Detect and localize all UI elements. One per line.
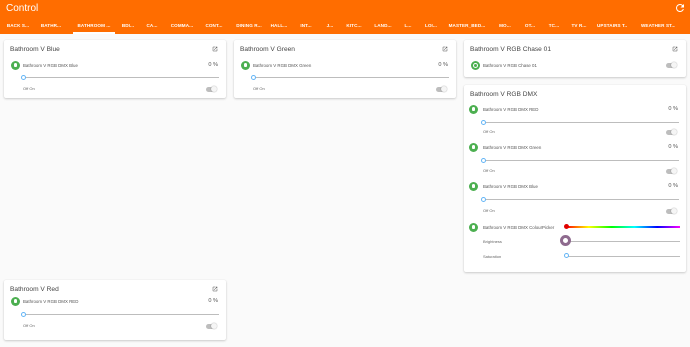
- tab-10[interactable]: J...: [324, 18, 336, 34]
- tab-16[interactable]: MO...: [497, 18, 513, 34]
- bulb-icon[interactable]: [241, 61, 250, 70]
- slider-thumb[interactable]: [21, 312, 26, 317]
- card-bathroom-v-green: Bathroom V Green Bathroom V RGB DMX Gree…: [234, 40, 456, 98]
- power-toggle[interactable]: [206, 86, 217, 92]
- device-name: Bathroom V RGB Chase 01: [483, 63, 537, 68]
- device-name: Bathroom V RGB DMX Green: [483, 145, 542, 150]
- level-percent: 0 %: [208, 298, 218, 304]
- dimmer-slider[interactable]: [483, 122, 679, 123]
- refresh-icon[interactable]: [674, 2, 686, 14]
- tab-12[interactable]: LAND...: [373, 18, 393, 34]
- level-percent: 0 %: [438, 62, 448, 68]
- level-percent: 0 %: [668, 106, 678, 112]
- bulb-icon[interactable]: [469, 182, 478, 191]
- tab-19[interactable]: TV R...: [571, 18, 587, 34]
- hue-slider[interactable]: [566, 226, 680, 228]
- room-tabs: BACK S... BATHR... BATHROOM ... BDI... C…: [0, 18, 690, 34]
- bulb-icon[interactable]: [469, 143, 478, 152]
- tab-1[interactable]: BATHR...: [37, 18, 65, 34]
- dimmer-slider[interactable]: [483, 160, 679, 161]
- off-on-label: Off On: [23, 86, 35, 91]
- power-toggle[interactable]: [666, 129, 677, 135]
- tab-11[interactable]: KITC...: [344, 18, 364, 34]
- tab-5[interactable]: COMMA...: [168, 18, 196, 34]
- tab-21[interactable]: WEATHER ST...: [641, 18, 675, 34]
- tab-6[interactable]: CONT...: [204, 18, 224, 34]
- level-percent: 0 %: [668, 183, 678, 189]
- tab-15[interactable]: MASTER_BED...: [448, 18, 486, 34]
- hue-thumb[interactable]: [564, 224, 569, 229]
- power-toggle[interactable]: [206, 323, 217, 329]
- tab-9[interactable]: INT...: [298, 18, 314, 34]
- saturation-slider[interactable]: [567, 256, 680, 257]
- app-title: Control: [6, 3, 39, 14]
- open-in-new-icon[interactable]: [212, 46, 218, 52]
- device-name: Bathroom V RGB DMX Green: [253, 63, 312, 68]
- device-name: Bathroom V RGB DMX ColourPicker: [483, 225, 555, 230]
- open-in-new-icon[interactable]: [442, 46, 448, 52]
- card-title: Bathroom V RGB DMX: [470, 91, 538, 98]
- brightness-slider[interactable]: [567, 241, 680, 242]
- slider-thumb[interactable]: [481, 197, 486, 202]
- tab-0[interactable]: BACK S...: [6, 18, 30, 34]
- power-toggle[interactable]: [666, 208, 677, 214]
- tab-3[interactable]: BDI...: [121, 18, 135, 34]
- slider-thumb[interactable]: [21, 75, 26, 80]
- card-title: Bathroom V RGB Chase 01: [470, 46, 551, 53]
- card-bathroom-v-rgb-dmx: Bathroom V RGB DMX Bathroom V RGB DMX RE…: [464, 85, 686, 272]
- card-title: Bathroom V Blue: [10, 46, 60, 53]
- dimmer-slider[interactable]: [23, 77, 219, 78]
- card-title: Bathroom V Green: [240, 46, 295, 53]
- bulb-icon[interactable]: [11, 61, 20, 70]
- device-name: Bathroom V RGB DMX Blue: [23, 63, 78, 68]
- brightness-label: Brightness: [483, 239, 502, 244]
- dimmer-slider[interactable]: [23, 314, 219, 315]
- dimmer-slider[interactable]: [253, 77, 449, 78]
- bulb-icon[interactable]: [469, 223, 478, 232]
- card-bathroom-v-red: Bathroom V Red Bathroom V RGB DMX RED 0 …: [4, 280, 226, 340]
- tab-8[interactable]: HALL...: [270, 18, 288, 34]
- dimmer-slider[interactable]: [483, 199, 679, 200]
- off-on-label: Off On: [23, 323, 35, 328]
- off-on-label: Off On: [483, 129, 495, 134]
- bulb-icon[interactable]: [11, 297, 20, 306]
- tab-18[interactable]: TC...: [547, 18, 561, 34]
- slider-thumb[interactable]: [251, 75, 256, 80]
- saturation-thumb[interactable]: [564, 253, 569, 258]
- tab-14[interactable]: LOI...: [423, 18, 439, 34]
- level-percent: 0 %: [208, 62, 218, 68]
- power-toggle[interactable]: [666, 168, 677, 174]
- card-title: Bathroom V Red: [10, 286, 59, 293]
- saturation-label: Saturation: [483, 254, 502, 259]
- brightness-thumb[interactable]: [560, 235, 571, 246]
- tab-17[interactable]: OT...: [523, 18, 537, 34]
- device-name: Bathroom V RGB DMX RED: [23, 299, 79, 304]
- bulb-icon[interactable]: [469, 105, 478, 114]
- card-bathroom-v-rgb-chase: Bathroom V RGB Chase 01 Bathroom V RGB C…: [464, 40, 686, 77]
- device-name: Bathroom V RGB DMX RED: [483, 107, 539, 112]
- tab-20[interactable]: UPSTAIRS T...: [597, 18, 627, 34]
- power-toggle[interactable]: [436, 86, 447, 92]
- off-on-label: Off On: [483, 168, 495, 173]
- open-in-new-icon[interactable]: [212, 286, 218, 292]
- open-in-new-icon[interactable]: [672, 46, 678, 52]
- card-bathroom-v-blue: Bathroom V Blue Bathroom V RGB DMX Blue …: [4, 40, 226, 98]
- device-name: Bathroom V RGB DMX Blue: [483, 184, 538, 189]
- tab-4[interactable]: CA...: [145, 18, 159, 34]
- power-toggle[interactable]: [666, 62, 677, 68]
- off-on-label: Off On: [253, 86, 265, 91]
- app-header: Control BACK S... BATHR... BATHROOM ... …: [0, 0, 690, 34]
- tab-7[interactable]: DINING R...: [234, 18, 264, 34]
- off-on-label: Off On: [483, 208, 495, 213]
- tab-13[interactable]: L...: [403, 18, 413, 34]
- level-percent: 0 %: [668, 144, 678, 150]
- slider-thumb[interactable]: [481, 120, 486, 125]
- slider-thumb[interactable]: [481, 158, 486, 163]
- tab-2[interactable]: BATHROOM ...: [73, 18, 115, 34]
- scene-icon[interactable]: [471, 61, 480, 70]
